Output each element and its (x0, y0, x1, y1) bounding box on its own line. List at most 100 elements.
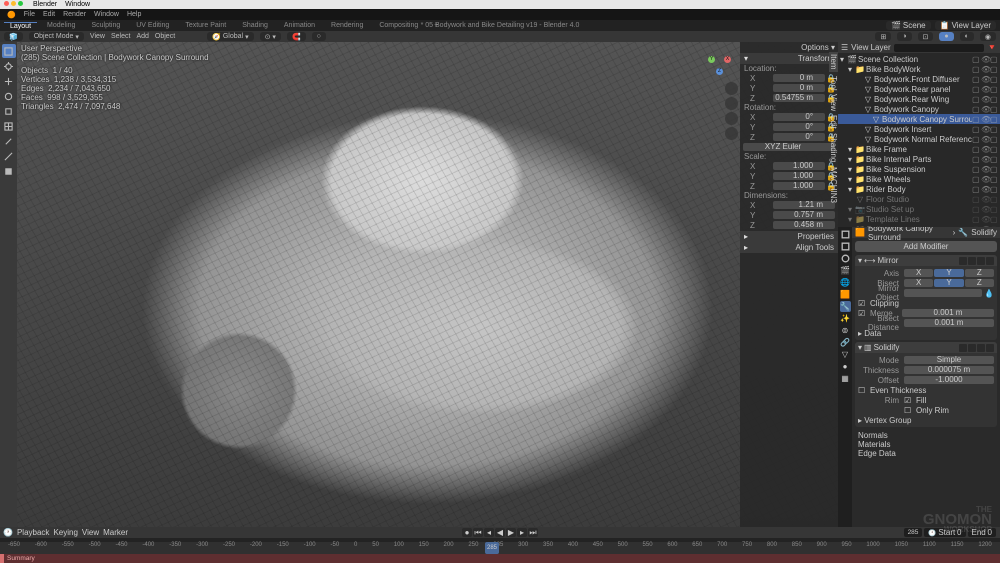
outliner-type-icon[interactable]: ☰ (841, 43, 848, 52)
outliner-search[interactable] (894, 44, 984, 52)
eye-icon[interactable]: 👁 (981, 55, 989, 63)
ptab-output[interactable] (840, 241, 851, 252)
timeline-type-icon[interactable]: 🕐 (3, 528, 13, 537)
tool-annotate[interactable] (2, 134, 16, 148)
mod-extras-icon[interactable] (986, 257, 994, 265)
tl-marker[interactable]: Marker (103, 528, 128, 537)
gizmo-y-icon[interactable]: Y (708, 56, 715, 63)
play-reverse-icon[interactable]: ◀ (495, 528, 505, 537)
disable-icon[interactable]: ▢ (990, 195, 998, 203)
end-frame[interactable]: End 0 (968, 528, 997, 537)
mod-solidify-name[interactable]: Solidify (874, 343, 900, 352)
eye-icon[interactable]: 👁 (981, 105, 989, 113)
ptab-object[interactable]: 🟧 (840, 289, 851, 300)
add-modifier-button[interactable]: Add Modifier (855, 241, 997, 252)
tool-rotate[interactable] (2, 89, 16, 103)
mirror-bisect-buttons[interactable]: XYZ (904, 279, 994, 287)
hdr-object[interactable]: Object (155, 33, 175, 40)
menu-edit[interactable]: Edit (40, 11, 58, 18)
filter-icon[interactable]: 🔻 (987, 43, 997, 52)
ws-modeling[interactable]: Modeling (41, 22, 81, 29)
current-frame[interactable]: 285 (904, 528, 923, 537)
shading-matprev[interactable]: ◐ (960, 32, 974, 41)
outliner-item[interactable]: ▾📁Rider Body▢👁▢ (838, 184, 1000, 194)
exclude-icon[interactable]: ▢ (972, 125, 980, 133)
outliner-item[interactable]: ▽Bodywork Canopy Surround▢👁▢ (838, 114, 1000, 124)
menu-file[interactable]: File (21, 11, 38, 18)
disable-icon[interactable]: ▢ (990, 145, 998, 153)
ptab-viewlayer[interactable] (840, 253, 851, 264)
bisect-dist-value[interactable]: 0.001 m (904, 319, 994, 327)
outliner-item[interactable]: ▾📁Bike Internal Parts▢👁▢ (838, 154, 1000, 164)
loc-z[interactable]: 0.54755 m (773, 94, 825, 102)
timeline-ruler[interactable]: -650-600-550-500-450-400-350-300-250-200… (0, 542, 1000, 554)
autokey-icon[interactable]: ● (462, 528, 472, 537)
rot-mode[interactable]: XYZ Euler (743, 143, 835, 151)
merge-value[interactable]: 0.001 m (902, 309, 994, 317)
disable-icon[interactable]: ▢ (990, 225, 998, 227)
outliner-item[interactable]: ▽Bodywork Insert▢👁▢ (838, 124, 1000, 134)
properties-subpanel[interactable]: ▸ Properties (740, 231, 838, 242)
scale-x[interactable]: 1.000 (773, 162, 825, 170)
keyframe-next-icon[interactable]: ▸ (517, 528, 527, 537)
start-frame[interactable]: 🕐 Start 0 (924, 528, 965, 537)
eye-icon[interactable]: 👁 (981, 165, 989, 173)
exclude-icon[interactable]: ▢ (972, 205, 980, 213)
menu-help[interactable]: Help (124, 11, 144, 18)
disable-icon[interactable]: ▢ (990, 205, 998, 213)
rim-fill-checkbox[interactable]: Fill (916, 396, 926, 405)
extra-materials[interactable]: Materials (858, 440, 994, 449)
hdr-select[interactable]: Select (111, 33, 130, 40)
shading-solid[interactable]: ● (939, 32, 953, 41)
breadcrumb-mod[interactable]: Solidify (971, 228, 997, 237)
mod-display-realtime[interactable] (968, 257, 976, 265)
mod-display-render[interactable] (977, 257, 985, 265)
gizmo-z-icon[interactable]: Z (716, 68, 723, 75)
eye-icon[interactable]: 👁 (981, 145, 989, 153)
rot-x[interactable]: 0° (773, 113, 825, 121)
chevron-down-icon[interactable]: ▾ (858, 256, 862, 265)
eye-icon[interactable]: 👁 (981, 195, 989, 203)
disable-icon[interactable]: ▢ (990, 135, 998, 143)
editor-type-icon[interactable]: 🧊 (4, 32, 23, 41)
eye-icon[interactable]: 👁 (981, 215, 989, 223)
exclude-icon[interactable]: ▢ (972, 65, 980, 73)
tool-cursor[interactable] (2, 59, 16, 73)
ptab-scene[interactable]: 🎬 (840, 265, 851, 276)
eye-icon[interactable]: 👁 (981, 65, 989, 73)
clipping-checkbox[interactable]: Clipping (870, 299, 899, 308)
exclude-icon[interactable]: ▢ (972, 175, 980, 183)
ws-comp[interactable]: Compositing (373, 22, 424, 29)
outliner-item[interactable]: ▽Floor Studio▢👁▢ (838, 194, 1000, 204)
outliner-item[interactable]: ▽Bodywork Canopy▢👁▢ (838, 104, 1000, 114)
outliner-item[interactable]: ▾📁Template Lines▢👁▢ (838, 214, 1000, 224)
offset-value[interactable]: -1.0000 (904, 376, 994, 384)
persp-ortho-icon[interactable] (725, 127, 738, 140)
exclude-icon[interactable]: ▢ (972, 165, 980, 173)
disable-icon[interactable]: ▢ (990, 85, 998, 93)
ptab-world[interactable]: 🌐 (840, 277, 851, 288)
ws-anim[interactable]: Animation (278, 22, 321, 29)
dim-x[interactable]: 1.21 m (773, 201, 835, 209)
zoom-icon[interactable] (725, 82, 738, 95)
mode-selector[interactable]: Object Mode ▾ (29, 32, 84, 41)
mirror-axis-buttons[interactable]: XYZ (904, 269, 994, 277)
mirror-object-field[interactable] (904, 289, 982, 297)
exclude-icon[interactable]: ▢ (972, 95, 980, 103)
ptab-texture[interactable]: ▦ (840, 373, 851, 384)
exclude-icon[interactable]: ▢ (972, 115, 980, 123)
exclude-icon[interactable]: ▢ (972, 135, 980, 143)
even-thickness-checkbox[interactable]: Even Thickness (870, 386, 926, 395)
ptab-physics[interactable]: ⊚ (840, 325, 851, 336)
dim-z[interactable]: 0.458 m (773, 221, 835, 229)
ptab-constraints[interactable]: 🔗 (840, 337, 851, 348)
overlay-toggle[interactable]: ⊞ (875, 32, 891, 41)
3d-viewport[interactable]: User Perspective (285) Scene Collection … (17, 42, 838, 527)
eye-icon[interactable]: 👁 (981, 95, 989, 103)
menu-render[interactable]: Render (60, 11, 89, 18)
ntab-machin3[interactable]: MACHIN3 (829, 167, 838, 203)
exclude-icon[interactable]: ▢ (972, 85, 980, 93)
extra-normals[interactable]: Normals (858, 431, 994, 440)
transform-header[interactable]: ▾ Transform (740, 53, 838, 64)
scale-z[interactable]: 1.000 (773, 182, 825, 190)
